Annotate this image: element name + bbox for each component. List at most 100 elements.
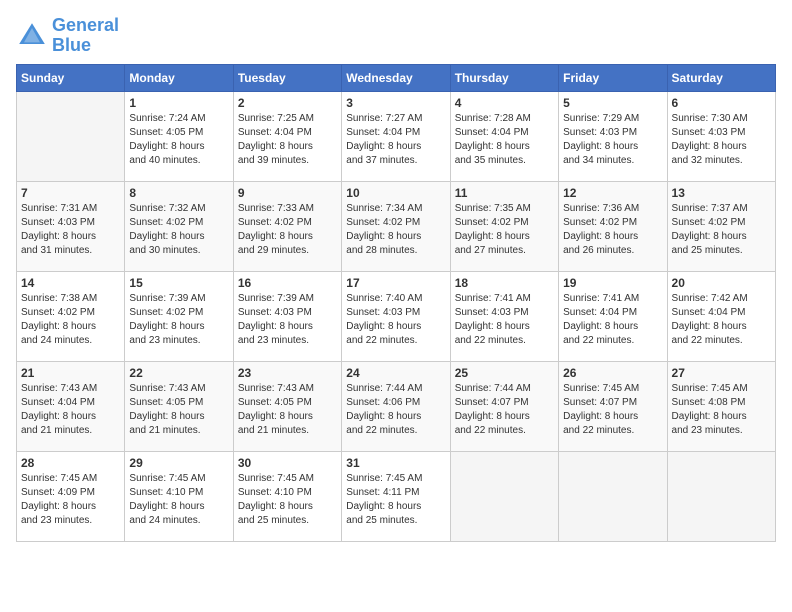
logo-text: General Blue bbox=[52, 16, 119, 56]
day-number: 5 bbox=[563, 96, 662, 110]
day-of-week-header: Friday bbox=[559, 64, 667, 91]
calendar-cell: 9 Sunrise: 7:33 AM Sunset: 4:02 PM Daylig… bbox=[233, 181, 341, 271]
day-number: 7 bbox=[21, 186, 120, 200]
day-info: Sunrise: 7:39 AM Sunset: 4:02 PM Dayligh… bbox=[129, 292, 228, 348]
calendar-header-row: SundayMondayTuesdayWednesdayThursdayFrid… bbox=[17, 64, 776, 91]
calendar-week-row: 14 Sunrise: 7:38 AM Sunset: 4:02 PM Dayli… bbox=[17, 271, 776, 361]
calendar-cell: 21 Sunrise: 7:43 AM Sunset: 4:04 PM Dayli… bbox=[17, 361, 125, 451]
day-number: 6 bbox=[672, 96, 771, 110]
day-number: 19 bbox=[563, 276, 662, 290]
calendar-cell: 12Sunrise: 7:36 AM Sunset: 4:02 PM Dayli… bbox=[559, 181, 667, 271]
day-number: 13 bbox=[672, 186, 771, 200]
day-number: 14 bbox=[21, 276, 120, 290]
day-info: Sunrise: 7:44 AM Sunset: 4:06 PM Dayligh… bbox=[346, 382, 445, 438]
day-number: 3 bbox=[346, 96, 445, 110]
day-of-week-header: Sunday bbox=[17, 64, 125, 91]
day-of-week-header: Thursday bbox=[450, 64, 558, 91]
calendar-cell: 30Sunrise: 7:45 AM Sunset: 4:10 PM Dayli… bbox=[233, 451, 341, 541]
day-number: 16 bbox=[238, 276, 337, 290]
calendar-cell: 7Sunrise: 7:31 AM Sunset: 4:03 PM Daylig… bbox=[17, 181, 125, 271]
day-number: 22 bbox=[129, 366, 228, 380]
day-number: 18 bbox=[455, 276, 554, 290]
day-number: 27 bbox=[672, 366, 771, 380]
day-number: 11 bbox=[455, 186, 554, 200]
day-number: 24 bbox=[346, 366, 445, 380]
calendar-week-row: 21 Sunrise: 7:43 AM Sunset: 4:04 PM Dayli… bbox=[17, 361, 776, 451]
calendar-cell: 15 Sunrise: 7:39 AM Sunset: 4:02 PM Dayli… bbox=[125, 271, 233, 361]
page-header: General Blue bbox=[16, 16, 776, 56]
calendar-table: SundayMondayTuesdayWednesdayThursdayFrid… bbox=[16, 64, 776, 542]
calendar-week-row: 7Sunrise: 7:31 AM Sunset: 4:03 PM Daylig… bbox=[17, 181, 776, 271]
calendar-week-row: 28 Sunrise: 7:45 AM Sunset: 4:09 PM Dayli… bbox=[17, 451, 776, 541]
day-number: 20 bbox=[672, 276, 771, 290]
day-info: Sunrise: 7:27 AM Sunset: 4:04 PM Dayligh… bbox=[346, 112, 445, 168]
day-info: Sunrise: 7:40 AM Sunset: 4:03 PM Dayligh… bbox=[346, 292, 445, 348]
day-info: Sunrise: 7:45 AM Sunset: 4:10 PM Dayligh… bbox=[129, 472, 228, 528]
day-number: 25 bbox=[455, 366, 554, 380]
logo-icon bbox=[16, 20, 48, 52]
day-info: Sunrise: 7:42 AM Sunset: 4:04 PM Dayligh… bbox=[672, 292, 771, 348]
day-info: Sunrise: 7:24 AM Sunset: 4:05 PM Dayligh… bbox=[129, 112, 228, 168]
day-number: 29 bbox=[129, 456, 228, 470]
calendar-cell: 4 Sunrise: 7:28 AM Sunset: 4:04 PM Daylig… bbox=[450, 91, 558, 181]
calendar-cell: 2 Sunrise: 7:25 AM Sunset: 4:04 PM Daylig… bbox=[233, 91, 341, 181]
day-info: Sunrise: 7:45 AM Sunset: 4:10 PM Dayligh… bbox=[238, 472, 337, 528]
day-info: Sunrise: 7:45 AM Sunset: 4:11 PM Dayligh… bbox=[346, 472, 445, 528]
day-info: Sunrise: 7:39 AM Sunset: 4:03 PM Dayligh… bbox=[238, 292, 337, 348]
day-info: Sunrise: 7:32 AM Sunset: 4:02 PM Dayligh… bbox=[129, 202, 228, 258]
day-info: Sunrise: 7:38 AM Sunset: 4:02 PM Dayligh… bbox=[21, 292, 120, 348]
day-info: Sunrise: 7:29 AM Sunset: 4:03 PM Dayligh… bbox=[563, 112, 662, 168]
day-number: 23 bbox=[238, 366, 337, 380]
calendar-cell: 31 Sunrise: 7:45 AM Sunset: 4:11 PM Dayli… bbox=[342, 451, 450, 541]
calendar-cell: 27Sunrise: 7:45 AM Sunset: 4:08 PM Dayli… bbox=[667, 361, 775, 451]
day-info: Sunrise: 7:36 AM Sunset: 4:02 PM Dayligh… bbox=[563, 202, 662, 258]
calendar-cell: 28 Sunrise: 7:45 AM Sunset: 4:09 PM Dayli… bbox=[17, 451, 125, 541]
calendar-cell: 16 Sunrise: 7:39 AM Sunset: 4:03 PM Dayli… bbox=[233, 271, 341, 361]
calendar-cell: 1 Sunrise: 7:24 AM Sunset: 4:05 PM Daylig… bbox=[125, 91, 233, 181]
day-info: Sunrise: 7:28 AM Sunset: 4:04 PM Dayligh… bbox=[455, 112, 554, 168]
calendar-cell: 22 Sunrise: 7:43 AM Sunset: 4:05 PM Dayli… bbox=[125, 361, 233, 451]
day-info: Sunrise: 7:45 AM Sunset: 4:07 PM Dayligh… bbox=[563, 382, 662, 438]
day-number: 4 bbox=[455, 96, 554, 110]
day-number: 31 bbox=[346, 456, 445, 470]
day-number: 2 bbox=[238, 96, 337, 110]
calendar-cell: 19Sunrise: 7:41 AM Sunset: 4:04 PM Dayli… bbox=[559, 271, 667, 361]
calendar-week-row: 1 Sunrise: 7:24 AM Sunset: 4:05 PM Daylig… bbox=[17, 91, 776, 181]
day-info: Sunrise: 7:43 AM Sunset: 4:04 PM Dayligh… bbox=[21, 382, 120, 438]
day-info: Sunrise: 7:45 AM Sunset: 4:09 PM Dayligh… bbox=[21, 472, 120, 528]
day-info: Sunrise: 7:43 AM Sunset: 4:05 PM Dayligh… bbox=[129, 382, 228, 438]
day-info: Sunrise: 7:30 AM Sunset: 4:03 PM Dayligh… bbox=[672, 112, 771, 168]
calendar-cell: 29 Sunrise: 7:45 AM Sunset: 4:10 PM Dayli… bbox=[125, 451, 233, 541]
calendar-cell: 26 Sunrise: 7:45 AM Sunset: 4:07 PM Dayli… bbox=[559, 361, 667, 451]
day-number: 1 bbox=[129, 96, 228, 110]
calendar-cell: 23 Sunrise: 7:43 AM Sunset: 4:05 PM Dayli… bbox=[233, 361, 341, 451]
calendar-cell: 10Sunrise: 7:34 AM Sunset: 4:02 PM Dayli… bbox=[342, 181, 450, 271]
calendar-cell: 5 Sunrise: 7:29 AM Sunset: 4:03 PM Daylig… bbox=[559, 91, 667, 181]
day-info: Sunrise: 7:25 AM Sunset: 4:04 PM Dayligh… bbox=[238, 112, 337, 168]
calendar-cell: 24 Sunrise: 7:44 AM Sunset: 4:06 PM Dayli… bbox=[342, 361, 450, 451]
day-number: 8 bbox=[129, 186, 228, 200]
day-info: Sunrise: 7:43 AM Sunset: 4:05 PM Dayligh… bbox=[238, 382, 337, 438]
day-of-week-header: Wednesday bbox=[342, 64, 450, 91]
calendar-cell: 20 Sunrise: 7:42 AM Sunset: 4:04 PM Dayli… bbox=[667, 271, 775, 361]
calendar-body: 1 Sunrise: 7:24 AM Sunset: 4:05 PM Daylig… bbox=[17, 91, 776, 541]
day-number: 26 bbox=[563, 366, 662, 380]
day-info: Sunrise: 7:41 AM Sunset: 4:03 PM Dayligh… bbox=[455, 292, 554, 348]
calendar-cell: 8 Sunrise: 7:32 AM Sunset: 4:02 PM Daylig… bbox=[125, 181, 233, 271]
logo: General Blue bbox=[16, 16, 119, 56]
day-number: 9 bbox=[238, 186, 337, 200]
day-of-week-header: Saturday bbox=[667, 64, 775, 91]
day-info: Sunrise: 7:35 AM Sunset: 4:02 PM Dayligh… bbox=[455, 202, 554, 258]
calendar-cell bbox=[450, 451, 558, 541]
day-number: 28 bbox=[21, 456, 120, 470]
day-info: Sunrise: 7:33 AM Sunset: 4:02 PM Dayligh… bbox=[238, 202, 337, 258]
calendar-cell: 6 Sunrise: 7:30 AM Sunset: 4:03 PM Daylig… bbox=[667, 91, 775, 181]
day-number: 15 bbox=[129, 276, 228, 290]
day-of-week-header: Monday bbox=[125, 64, 233, 91]
day-number: 17 bbox=[346, 276, 445, 290]
calendar-cell: 14 Sunrise: 7:38 AM Sunset: 4:02 PM Dayli… bbox=[17, 271, 125, 361]
day-number: 21 bbox=[21, 366, 120, 380]
day-of-week-header: Tuesday bbox=[233, 64, 341, 91]
calendar-cell: 18 Sunrise: 7:41 AM Sunset: 4:03 PM Dayli… bbox=[450, 271, 558, 361]
calendar-cell bbox=[559, 451, 667, 541]
